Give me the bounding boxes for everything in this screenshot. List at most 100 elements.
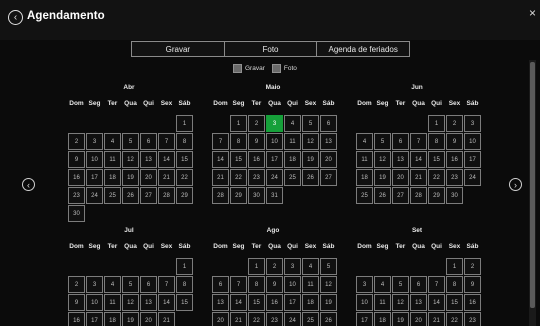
day-cell[interactable]: 6 [392, 133, 409, 150]
day-cell[interactable]: 23 [68, 187, 85, 204]
day-cell[interactable]: 3 [266, 115, 283, 132]
day-cell[interactable]: 17 [284, 294, 301, 311]
day-cell[interactable]: 21 [212, 169, 229, 186]
day-cell[interactable]: 21 [158, 169, 175, 186]
day-cell[interactable]: 10 [86, 151, 103, 168]
day-cell[interactable]: 14 [428, 294, 445, 311]
day-cell[interactable]: 13 [212, 294, 229, 311]
day-cell[interactable]: 26 [320, 312, 337, 326]
day-cell[interactable]: 11 [302, 276, 319, 293]
day-cell[interactable]: 5 [320, 258, 337, 275]
day-cell[interactable]: 26 [122, 187, 139, 204]
day-cell[interactable]: 1 [428, 115, 445, 132]
day-cell[interactable]: 22 [230, 169, 247, 186]
day-cell[interactable]: 29 [428, 187, 445, 204]
day-cell[interactable]: 19 [320, 294, 337, 311]
day-cell[interactable]: 14 [410, 151, 427, 168]
day-cell[interactable]: 15 [230, 151, 247, 168]
day-cell[interactable]: 25 [302, 312, 319, 326]
day-cell[interactable]: 25 [284, 169, 301, 186]
day-cell[interactable]: 21 [158, 312, 175, 326]
day-cell[interactable]: 29 [230, 187, 247, 204]
day-cell[interactable]: 22 [428, 169, 445, 186]
day-cell[interactable]: 18 [104, 312, 121, 326]
day-cell[interactable]: 8 [248, 276, 265, 293]
day-cell[interactable]: 17 [356, 312, 373, 326]
tab-foto[interactable]: Foto [224, 42, 318, 56]
day-cell[interactable]: 4 [104, 276, 121, 293]
day-cell[interactable]: 6 [140, 133, 157, 150]
next-months-button[interactable]: › [509, 178, 522, 191]
day-cell[interactable]: 1 [176, 258, 193, 275]
day-cell[interactable]: 18 [356, 169, 373, 186]
day-cell[interactable]: 20 [212, 312, 229, 326]
day-cell[interactable]: 7 [410, 133, 427, 150]
day-cell[interactable]: 24 [266, 169, 283, 186]
day-cell[interactable]: 5 [302, 115, 319, 132]
day-cell[interactable]: 3 [86, 276, 103, 293]
tab-gravar[interactable]: Gravar [132, 42, 225, 56]
day-cell[interactable]: 16 [266, 294, 283, 311]
day-cell[interactable]: 19 [122, 169, 139, 186]
day-cell[interactable]: 26 [302, 169, 319, 186]
day-cell[interactable]: 8 [446, 276, 463, 293]
day-cell[interactable]: 3 [356, 276, 373, 293]
day-cell[interactable]: 23 [446, 169, 463, 186]
day-cell[interactable]: 10 [284, 276, 301, 293]
day-cell[interactable]: 24 [284, 312, 301, 326]
day-cell[interactable]: 14 [158, 294, 175, 311]
day-cell[interactable]: 10 [86, 294, 103, 311]
day-cell[interactable]: 21 [230, 312, 247, 326]
day-cell[interactable]: 16 [68, 169, 85, 186]
day-cell[interactable]: 4 [302, 258, 319, 275]
day-cell[interactable]: 20 [410, 312, 427, 326]
day-cell[interactable]: 15 [248, 294, 265, 311]
day-cell[interactable]: 14 [212, 151, 229, 168]
day-cell[interactable]: 21 [428, 312, 445, 326]
day-cell[interactable]: 22 [248, 312, 265, 326]
day-cell[interactable]: 27 [392, 187, 409, 204]
day-cell[interactable]: 9 [68, 294, 85, 311]
day-cell[interactable]: 2 [446, 115, 463, 132]
day-cell[interactable]: 9 [68, 151, 85, 168]
day-cell[interactable]: 12 [122, 151, 139, 168]
day-cell[interactable]: 4 [356, 133, 373, 150]
day-cell[interactable]: 28 [410, 187, 427, 204]
day-cell[interactable]: 12 [320, 276, 337, 293]
day-cell[interactable]: 3 [284, 258, 301, 275]
day-cell[interactable]: 27 [320, 169, 337, 186]
day-cell[interactable]: 26 [374, 187, 391, 204]
day-cell[interactable]: 17 [86, 312, 103, 326]
day-cell[interactable]: 11 [356, 151, 373, 168]
day-cell[interactable]: 3 [86, 133, 103, 150]
day-cell[interactable]: 13 [140, 151, 157, 168]
day-cell[interactable]: 7 [158, 276, 175, 293]
day-cell[interactable]: 2 [68, 133, 85, 150]
day-cell[interactable]: 31 [266, 187, 283, 204]
day-cell[interactable]: 23 [248, 169, 265, 186]
day-cell[interactable]: 20 [320, 151, 337, 168]
day-cell[interactable]: 18 [104, 169, 121, 186]
day-cell[interactable]: 15 [428, 151, 445, 168]
day-cell[interactable]: 22 [446, 312, 463, 326]
day-cell[interactable]: 8 [230, 133, 247, 150]
day-cell[interactable]: 11 [284, 133, 301, 150]
day-cell[interactable]: 16 [68, 312, 85, 326]
day-cell[interactable]: 8 [176, 133, 193, 150]
day-cell[interactable]: 1 [176, 115, 193, 132]
day-cell[interactable]: 12 [374, 151, 391, 168]
day-cell[interactable]: 8 [428, 133, 445, 150]
day-cell[interactable]: 12 [302, 133, 319, 150]
back-button[interactable]: ‹ [8, 10, 23, 25]
day-cell[interactable]: 11 [104, 151, 121, 168]
day-cell[interactable]: 7 [212, 133, 229, 150]
day-cell[interactable]: 20 [140, 169, 157, 186]
day-cell[interactable]: 5 [374, 133, 391, 150]
day-cell[interactable]: 20 [392, 169, 409, 186]
day-cell[interactable]: 10 [464, 133, 481, 150]
day-cell[interactable]: 1 [446, 258, 463, 275]
day-cell[interactable]: 30 [446, 187, 463, 204]
day-cell[interactable]: 14 [230, 294, 247, 311]
close-button[interactable]: × [529, 6, 536, 20]
day-cell[interactable]: 17 [464, 151, 481, 168]
